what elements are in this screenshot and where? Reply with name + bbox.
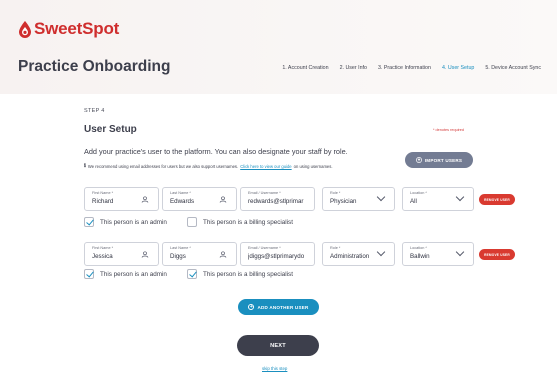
last-name-label: Last Name * (170, 246, 191, 250)
info-icon: ℹ (84, 163, 86, 169)
recommend-text: We recommend using email addresses for u… (87, 163, 239, 169)
billing-checkbox-row: This person is a billing specialist (187, 268, 293, 280)
add-another-user-label: ADD ANOTHER USER (257, 304, 309, 310)
role-value: Physician (330, 198, 357, 205)
guide-link[interactable]: Click here to view our guide (240, 164, 291, 169)
location-select[interactable]: Location * Ballwin (402, 242, 474, 266)
first-name-field[interactable]: First Name * Richard (84, 187, 159, 211)
step-label: STEP 4 (84, 108, 105, 114)
role-label: Role * (330, 246, 341, 250)
admin-checkbox[interactable] (84, 217, 94, 227)
add-another-user-button[interactable]: + ADD ANOTHER USER (238, 299, 319, 315)
last-name-value: Edwards (170, 198, 195, 205)
section-title: User Setup (84, 124, 137, 135)
import-users-label: IMPORT USERS (424, 157, 463, 163)
brand-name: SweetSpot (34, 19, 120, 38)
email-value: redwards@stlprimar (248, 198, 304, 205)
location-label: Location * (410, 191, 427, 195)
first-name-value: Jessica (92, 253, 113, 260)
admin-checkbox-row: This person is an admin (84, 268, 167, 280)
billing-checkbox-row: This person is a billing specialist (187, 216, 293, 228)
user-row: First Name * Jessica Last Name * Diggs E… (84, 242, 515, 266)
role-value: Administration (330, 253, 370, 260)
email-field[interactable]: Email / Username * jdiggs@stlprimarydo (240, 242, 315, 266)
role-label: Role * (330, 191, 341, 195)
admin-checkbox-row: This person is an admin (84, 216, 167, 228)
role-select[interactable]: Role * Administration (322, 242, 395, 266)
user-row: First Name * Richard Last Name * Edwards… (84, 187, 515, 211)
plus-circle-icon: + (248, 303, 255, 310)
step-user-setup[interactable]: 4. User Setup (442, 65, 474, 71)
step-device-account-sync[interactable]: 5. Device Account Sync (485, 65, 541, 71)
import-users-button[interactable]: IMPORT USERS (405, 152, 473, 168)
location-label: Location * (410, 246, 427, 250)
drop-logo-icon (18, 20, 32, 38)
billing-checkbox[interactable] (187, 217, 197, 227)
recommend-note: ℹ We recommend using email addresses for… (84, 163, 333, 169)
first-name-label: First Name * (92, 246, 114, 250)
next-button[interactable]: NEXT (237, 335, 319, 356)
last-name-field[interactable]: Last Name * Diggs (162, 242, 237, 266)
step-label-wrap: STEP 4 (84, 108, 504, 114)
location-value: All (410, 198, 417, 205)
admin-checkbox[interactable] (84, 269, 94, 279)
contact-card-icon (141, 251, 149, 260)
contact-card-icon (141, 196, 149, 205)
remove-user-button[interactable]: REMOVE USER (479, 194, 515, 205)
page-title: Practice Onboarding (18, 58, 171, 75)
email-field[interactable]: Email / Username * redwards@stlprimar (240, 187, 315, 211)
last-name-field[interactable]: Last Name * Edwards (162, 187, 237, 211)
role-select[interactable]: Role * Physician (322, 187, 395, 211)
intro-text: Add your practice's user to the platform… (84, 147, 348, 156)
step-user-info[interactable]: 2. User Info (340, 65, 367, 71)
required-note: * denotes required (433, 128, 465, 132)
contact-card-icon (219, 196, 227, 205)
location-select[interactable]: Location * All (402, 187, 474, 211)
upload-icon (415, 156, 422, 164)
contact-card-icon (219, 251, 227, 260)
first-name-label: First Name * (92, 191, 114, 195)
step-practice-information[interactable]: 3. Practice Information (378, 65, 431, 71)
remove-user-button[interactable]: REMOVE USER (479, 249, 515, 260)
header: SweetSpot Practice Onboarding 1. Account… (0, 0, 557, 94)
email-value: jdiggs@stlprimarydo (248, 253, 305, 260)
step-account-creation[interactable]: 1. Account Creation (282, 65, 328, 71)
admin-checkbox-label: This person is an admin (100, 218, 167, 226)
first-name-field[interactable]: First Name * Jessica (84, 242, 159, 266)
recommend-suffix: on using usernames. (293, 163, 333, 169)
billing-checkbox-label: This person is a billing specialist (203, 218, 293, 226)
location-value: Ballwin (410, 253, 430, 260)
admin-checkbox-label: This person is an admin (100, 270, 167, 278)
last-name-value: Diggs (170, 253, 186, 260)
billing-checkbox[interactable] (187, 269, 197, 279)
last-name-label: Last Name * (170, 191, 191, 195)
billing-checkbox-label: This person is a billing specialist (203, 270, 293, 278)
skip-step-link[interactable]: skip this step (262, 366, 287, 371)
step-progress-nav: 1. Account Creation 2. User Info 3. Prac… (282, 65, 541, 71)
email-label: Email / Username * (248, 191, 281, 195)
email-label: Email / Username * (248, 246, 281, 250)
first-name-value: Richard (92, 198, 114, 205)
sweetspot-logo[interactable]: SweetSpot (18, 18, 119, 40)
